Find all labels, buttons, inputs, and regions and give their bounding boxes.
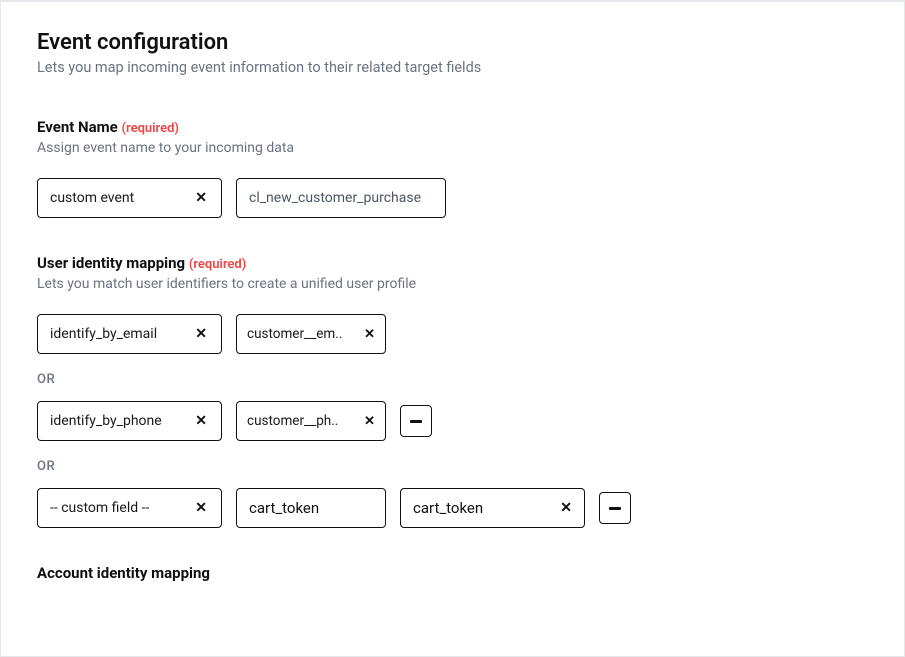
- identity-row-2: identify_by_phone ✕ customer__ph.. ✕: [37, 401, 868, 441]
- page-subtitle: Lets you map incoming event information …: [37, 59, 868, 76]
- section-user-identity: User identity mapping (required) Lets yo…: [37, 254, 868, 528]
- account-identity-heading: Account identity mapping: [37, 564, 868, 582]
- event-name-desc: Assign event name to your incoming data: [37, 140, 868, 156]
- identity-row-3: -- custom field -- ✕ cart_token cart_tok…: [37, 488, 868, 528]
- event-name-type-value: custom event: [50, 190, 187, 206]
- identity-type-value-3: -- custom field --: [50, 500, 187, 516]
- identity-row-1: identify_by_email ✕ customer__em.. ✕: [37, 314, 868, 354]
- remove-row-button-3[interactable]: [599, 492, 631, 524]
- close-icon[interactable]: ✕: [193, 189, 209, 207]
- event-name-heading-text: Event Name: [37, 118, 118, 136]
- or-separator-1: OR: [37, 372, 868, 387]
- identity-type-select-1[interactable]: identify_by_email ✕: [37, 314, 222, 354]
- event-configuration-page: Event configuration Lets you map incomin…: [1, 2, 904, 646]
- custom-field-name-text: cart_token: [249, 499, 319, 517]
- close-icon[interactable]: ✕: [193, 499, 209, 517]
- identity-type-value-2: identify_by_phone: [50, 413, 187, 429]
- event-name-type-select[interactable]: custom event ✕: [37, 178, 222, 218]
- remove-row-button-2[interactable]: [400, 405, 432, 437]
- close-icon[interactable]: ✕: [193, 325, 209, 343]
- user-identity-heading-text: User identity mapping: [37, 254, 185, 272]
- event-name-value-input[interactable]: cl_new_customer_purchase: [236, 178, 446, 218]
- custom-field-value-text: cart_token: [413, 499, 483, 517]
- close-icon[interactable]: ✕: [364, 327, 375, 342]
- identity-field-select-2[interactable]: customer__ph.. ✕: [236, 401, 386, 441]
- user-identity-required-label: (required): [189, 257, 246, 272]
- page-title: Event configuration: [37, 30, 868, 55]
- identity-field-value-2: customer__ph..: [247, 413, 360, 429]
- user-identity-heading: User identity mapping (required): [37, 254, 868, 272]
- event-name-heading: Event Name (required): [37, 118, 868, 136]
- event-name-row: custom event ✕ cl_new_customer_purchase: [37, 178, 868, 218]
- close-icon[interactable]: ✕: [560, 500, 572, 516]
- close-icon[interactable]: ✕: [364, 414, 375, 429]
- section-event-name: Event Name (required) Assign event name …: [37, 118, 868, 218]
- section-account-identity: Account identity mapping: [37, 564, 868, 582]
- identity-type-value-1: identify_by_email: [50, 326, 187, 342]
- custom-field-value-select[interactable]: cart_token ✕: [400, 488, 585, 528]
- identity-type-select-3[interactable]: -- custom field -- ✕: [37, 488, 222, 528]
- event-name-value-text: cl_new_customer_purchase: [249, 190, 421, 206]
- close-icon[interactable]: ✕: [193, 412, 209, 430]
- event-name-required-label: (required): [122, 121, 179, 136]
- or-separator-2: OR: [37, 459, 868, 474]
- minus-icon: [410, 420, 422, 423]
- identity-field-select-1[interactable]: customer__em.. ✕: [236, 314, 386, 354]
- custom-field-name-input[interactable]: cart_token: [236, 488, 386, 528]
- minus-icon: [609, 507, 621, 510]
- account-identity-heading-text: Account identity mapping: [37, 564, 210, 582]
- identity-field-value-1: customer__em..: [247, 326, 360, 342]
- user-identity-desc: Lets you match user identifiers to creat…: [37, 276, 868, 292]
- identity-type-select-2[interactable]: identify_by_phone ✕: [37, 401, 222, 441]
